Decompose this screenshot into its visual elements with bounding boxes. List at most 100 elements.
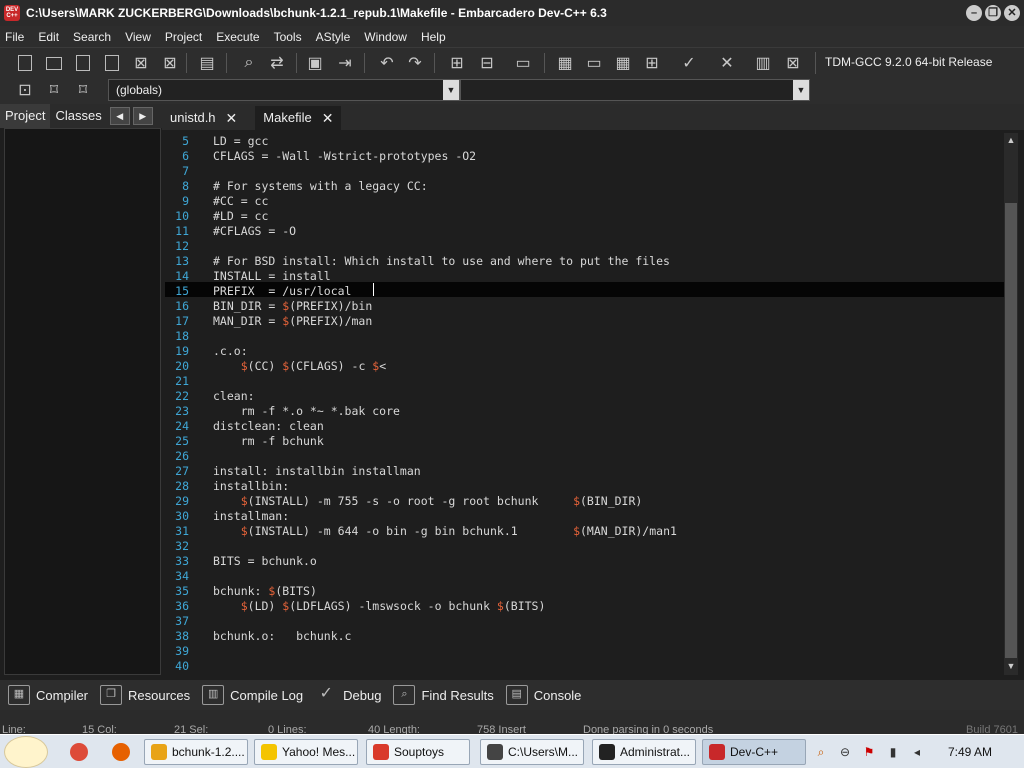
menu-project[interactable]: Project	[158, 30, 209, 44]
code-line: install: installbin installman	[213, 464, 421, 478]
redo-icon[interactable]: ↷	[404, 52, 426, 74]
save-all-icon[interactable]	[101, 52, 123, 74]
find-icon[interactable]: ⌕	[238, 52, 260, 74]
tab-label: Debug	[343, 687, 382, 703]
bottom-panel-tabs: ▦ Compiler ❐ Resources ▥ Compile Log ✓ D…	[0, 680, 1024, 710]
app-icon	[709, 744, 725, 760]
menu-window[interactable]: Window	[357, 30, 414, 44]
project-tree-panel[interactable]	[4, 128, 161, 675]
tab-console[interactable]: ▤ Console	[505, 685, 581, 705]
toolbar-separator	[296, 53, 297, 73]
insert-code-icon[interactable]: ⊡	[14, 79, 36, 101]
menu-execute[interactable]: Execute	[209, 30, 266, 44]
tab-compile-log[interactable]: ▥ Compile Log	[202, 685, 303, 705]
status-lines-label: 0 Lines:	[268, 724, 307, 734]
taskbar-button[interactable]: C:\Users\M...	[480, 739, 584, 765]
tab-find-results[interactable]: ⌕ Find Results	[393, 685, 494, 705]
debug-icon: ✓	[319, 685, 333, 702]
skype-icon[interactable]: ⊖	[837, 744, 853, 760]
stop-execution-icon[interactable]: ✕	[716, 52, 738, 74]
code-line: $(INSTALL) -m 644 -o bin -g bin bchunk.1…	[240, 524, 677, 538]
syntax-check-icon[interactable]: ✓	[678, 52, 700, 74]
editor-vertical-scrollbar[interactable]: ▲ ▼	[1004, 133, 1018, 675]
code-line: LD = gcc	[213, 134, 269, 148]
print-icon[interactable]: ▤	[196, 52, 218, 74]
flag-icon[interactable]: ⚑	[861, 744, 877, 760]
compiler-selector[interactable]: TDM-GCC 9.2.0 64-bit Release	[825, 55, 992, 69]
tab-project[interactable]: Project	[0, 104, 51, 128]
code-line: clean:	[213, 389, 255, 403]
close-icon[interactable]: ✕	[322, 106, 334, 130]
line-number: 5	[182, 134, 189, 148]
tab-compiler[interactable]: ▦ Compiler	[8, 685, 88, 705]
save-icon[interactable]	[72, 52, 94, 74]
chevron-down-icon[interactable]: ▼	[793, 80, 809, 100]
project-options-icon[interactable]: ▭	[512, 52, 534, 74]
compiler-icon: ▦	[8, 685, 30, 705]
code-line: # For BSD install: Which install to use …	[213, 254, 670, 268]
close-file-icon[interactable]: ⊠	[130, 52, 152, 74]
run-icon[interactable]: ▭	[583, 52, 605, 74]
chevron-down-icon[interactable]: ▼	[443, 80, 459, 100]
taskbar-button[interactable]: Souptoys	[366, 739, 470, 765]
tab-scroll-left-icon[interactable]: ◀	[109, 107, 130, 125]
tab-makefile[interactable]: Makefile ✕	[255, 106, 342, 130]
tab-scroll-right-icon[interactable]: ▶	[132, 107, 153, 125]
menu-tools[interactable]: Tools	[267, 30, 309, 44]
window-title: C:\Users\MARK ZUCKERBERG\Downloads\bchun…	[26, 6, 607, 20]
close-button[interactable]: ✕	[1004, 5, 1020, 21]
tab-unistd-h[interactable]: unistd.h ✕	[162, 106, 245, 130]
code-editor[interactable]: 5 LD = gcc 6 CFLAGS = -Wall -Wstrict-protot…	[165, 133, 1004, 675]
toggle-bookmark-icon[interactable]: ⌑	[43, 79, 65, 101]
scrollbar-thumb[interactable]	[1005, 203, 1017, 658]
chrome-icon[interactable]	[70, 743, 88, 761]
menu-view[interactable]: View	[118, 30, 158, 44]
maximize-button[interactable]: ❐	[985, 5, 1001, 21]
scroll-up-icon[interactable]: ▲	[1005, 135, 1017, 147]
new-project-icon[interactable]: ⊞	[446, 52, 468, 74]
undo-icon[interactable]: ↶	[376, 52, 398, 74]
menu-file[interactable]: File	[0, 30, 31, 44]
tab-debug[interactable]: ✓ Debug	[315, 685, 381, 705]
taskbar-button-label: Yahoo! Mes...	[282, 745, 356, 759]
scope-dropdown[interactable]: (globals) ▼	[108, 79, 460, 101]
taskbar-button[interactable]: Yahoo! Mes...	[254, 739, 358, 765]
taskbar-button[interactable]: Dev-C++	[702, 739, 806, 765]
line-number: 29	[175, 494, 189, 508]
volume-icon[interactable]: ◂	[909, 744, 925, 760]
menu-edit[interactable]: Edit	[31, 30, 66, 44]
compile-icon[interactable]: ▦	[554, 52, 576, 74]
profile-icon[interactable]: ▥	[752, 52, 774, 74]
start-button[interactable]	[4, 736, 48, 768]
open-file-icon[interactable]	[43, 52, 65, 74]
goto-bookmark-icon[interactable]: ⌑	[72, 79, 94, 101]
network-icon[interactable]: ▮	[885, 744, 901, 760]
close-icon[interactable]: ✕	[226, 106, 238, 130]
taskbar-button[interactable]: Administrat...	[592, 739, 696, 765]
menu-astyle[interactable]: AStyle	[309, 30, 358, 44]
indent-icon[interactable]: ⇥	[334, 52, 356, 74]
compile-log-icon: ▥	[202, 685, 225, 705]
member-dropdown[interactable]: ▼	[460, 79, 810, 101]
scroll-down-icon[interactable]: ▼	[1005, 661, 1017, 673]
goto-icon[interactable]: ▣	[304, 52, 326, 74]
tab-classes[interactable]: Classes	[50, 104, 106, 128]
code-line: bchunk.o: bchunk.c	[213, 629, 352, 643]
search-icon[interactable]: ⌕	[813, 744, 829, 760]
rebuild-icon[interactable]: ⊞	[641, 52, 663, 74]
delete-profile-icon[interactable]: ⊠	[782, 52, 804, 74]
firefox-icon[interactable]	[112, 743, 130, 761]
close-all-icon[interactable]: ⊠	[159, 52, 181, 74]
tab-resources[interactable]: ❐ Resources	[100, 685, 190, 705]
code-line: BIN_DIR = $(PREFIX)/bin	[213, 299, 373, 313]
minimize-button[interactable]: –	[966, 5, 982, 21]
toolbar-separator	[434, 53, 435, 73]
menu-search[interactable]: Search	[66, 30, 118, 44]
compile-run-icon[interactable]: ▦	[612, 52, 634, 74]
replace-icon[interactable]: ⇄	[266, 52, 288, 74]
menu-help[interactable]: Help	[414, 30, 453, 44]
add-to-project-icon[interactable]: ⊟	[476, 52, 498, 74]
clock[interactable]: 7:49 AM	[948, 745, 992, 759]
new-file-icon[interactable]	[14, 52, 36, 74]
taskbar-button[interactable]: bchunk-1.2....	[144, 739, 248, 765]
